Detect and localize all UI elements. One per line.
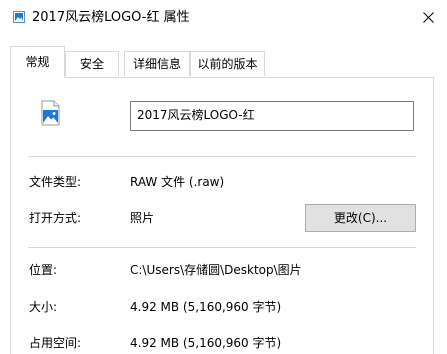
change-app-button[interactable]: 更改(C)...: [305, 204, 416, 232]
title-bar[interactable]: 2017风云榜LOGO-红 属性: [0, 0, 447, 36]
file-name-field[interactable]: 2017风云榜LOGO-红: [130, 101, 414, 131]
window-title: 2017风云榜LOGO-红 属性: [32, 10, 190, 25]
size-on-disk-label: 占用空间:: [29, 336, 82, 350]
image-file-icon: [13, 11, 25, 23]
close-icon: [423, 11, 434, 23]
opens-with-label: 打开方式:: [29, 211, 82, 225]
location-label: 位置:: [29, 263, 58, 277]
opens-with-value: 照片: [130, 211, 155, 225]
tab-previous-versions[interactable]: 以前的版本: [190, 51, 265, 76]
size-label: 大小:: [29, 300, 58, 314]
file-type-value: RAW 文件 (.raw): [130, 175, 225, 189]
divider: [28, 247, 416, 248]
location-value: C:\Users\存储圆\Desktop\图片: [130, 263, 302, 277]
tab-general[interactable]: 常规: [10, 46, 65, 78]
size-on-disk-value: 4.92 MB (5,160,960 字节): [130, 336, 282, 350]
size-value: 4.92 MB (5,160,960 字节): [130, 300, 282, 314]
tab-details[interactable]: 详细信息: [124, 51, 190, 76]
tab-security[interactable]: 安全: [65, 51, 119, 76]
divider: [28, 156, 416, 157]
image-file-icon: [41, 100, 60, 126]
close-button[interactable]: [410, 0, 447, 34]
file-type-label: 文件类型:: [29, 175, 82, 189]
